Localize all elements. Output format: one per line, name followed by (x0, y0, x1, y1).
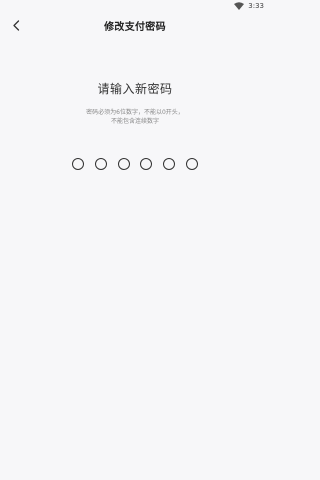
password-hint: 密码必须为6位数字，不能以0开头， 不能包含连续数字 (0, 108, 270, 126)
pin-input[interactable] (72, 158, 198, 171)
status-bar: 3:33 (0, 0, 270, 12)
hint-line-1: 密码必须为6位数字，不能以0开头， (86, 109, 184, 116)
screen: 3:33 修改支付密码 请输入新密码 密码必须为6位数字，不能以0开头， 不能包… (0, 0, 270, 480)
hint-line-2: 不能包含连续数字 (110, 118, 159, 125)
pin-dot[interactable] (117, 158, 130, 170)
header: 修改支付密码 (0, 12, 270, 38)
wifi-icon (234, 2, 245, 10)
chevron-left-icon (13, 19, 20, 31)
prompt-text: 请输入新密码 (97, 82, 173, 96)
status-time: 3:33 (248, 2, 264, 10)
pin-dot[interactable] (163, 158, 176, 170)
pin-dot[interactable] (72, 158, 84, 170)
pin-dot[interactable] (185, 158, 198, 170)
pin-dot[interactable] (140, 158, 153, 170)
page-title: 修改支付密码 (104, 21, 166, 33)
back-button[interactable] (8, 15, 24, 35)
pin-dot[interactable] (94, 158, 107, 170)
